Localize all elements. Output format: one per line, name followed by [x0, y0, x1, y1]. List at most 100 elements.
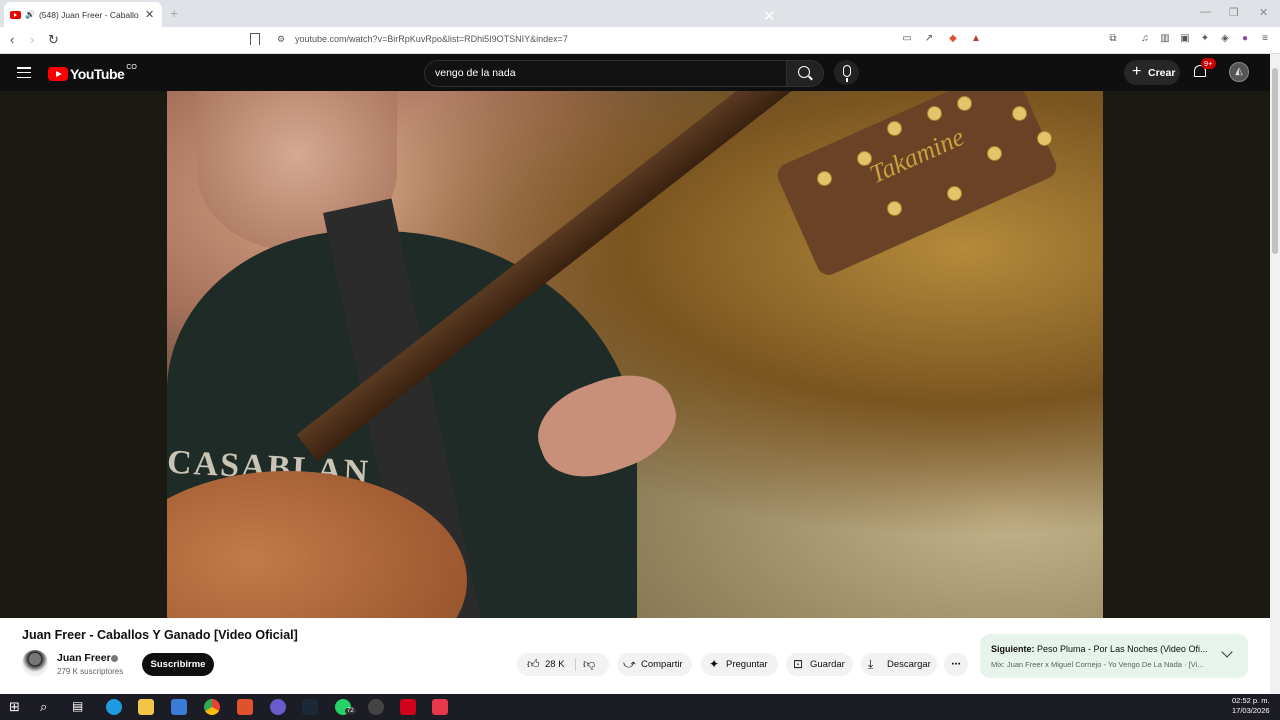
brave-rewards-icon[interactable]: ▲: [970, 33, 982, 45]
mail-icon[interactable]: [171, 699, 187, 715]
up-next-subtitle: Mix: Juan Freer x Miguel Cornejo - Yo Ve…: [991, 660, 1204, 669]
back-icon[interactable]: ‹: [10, 32, 14, 47]
share-icon[interactable]: ↗: [923, 33, 935, 45]
voice-search-button[interactable]: [834, 60, 859, 85]
screenshot-icon[interactable]: ⧉: [1107, 33, 1119, 45]
hamburger-menu-icon[interactable]: [17, 67, 31, 79]
restore-icon[interactable]: ❐: [1229, 6, 1239, 19]
subscriber-count: 279 K suscriptores: [57, 667, 124, 676]
minimize-icon[interactable]: —: [1200, 6, 1211, 18]
dislike-icon[interactable]: 👎︎: [583, 653, 595, 676]
more-actions-icon[interactable]: ⋯: [944, 653, 968, 676]
site-settings-icon[interactable]: ⚙: [277, 34, 285, 45]
subscribe-button[interactable]: Suscribirme: [142, 653, 214, 676]
plus-icon: +: [1132, 63, 1142, 80]
youtube-header: YouTube CO vengo de la nada + Crear 9+ ◭: [0, 54, 1280, 91]
chevron-down-icon[interactable]: [1221, 646, 1233, 658]
task-view-icon[interactable]: ▤: [72, 699, 88, 715]
sparkle-icon: ✦: [709, 657, 720, 671]
url-text[interactable]: youtube.com/watch?v=BirRpKuvRpo&list=RDh…: [295, 34, 568, 44]
up-next-title-line: Siguiente: Peso Pluma - Por Las Noches (…: [991, 644, 1207, 654]
windows-taskbar: ⊞ ⌕ ▤ 72: [0, 694, 1280, 720]
speaker-icon[interactable]: 🔊: [25, 10, 35, 19]
chrome-icon[interactable]: [204, 699, 220, 715]
download-icon: ⤓: [868, 657, 874, 671]
windows-start-icon[interactable]: ⊞: [9, 699, 25, 715]
browser-tab-bar: 🔊 (548) Juan Freer - Caballos Y ✕ + — ❐ …: [0, 0, 1280, 27]
up-next-title: Peso Pluma - Por Las Noches (Video Ofi..…: [1037, 644, 1208, 654]
forward-icon[interactable]: ›: [30, 32, 34, 47]
tab-title: (548) Juan Freer - Caballos Y: [38, 9, 139, 20]
download-label: Descargar: [887, 659, 931, 670]
cast-icon[interactable]: ▭: [901, 33, 913, 45]
sidebar-icon[interactable]: ▥: [1159, 33, 1171, 45]
brave-icon[interactable]: [237, 699, 253, 715]
search-icon: [798, 66, 810, 78]
create-label: Crear: [1148, 67, 1176, 79]
app-pink-icon[interactable]: [432, 699, 448, 715]
page-scrollbar[interactable]: [1270, 54, 1280, 694]
app-red-icon[interactable]: [400, 699, 416, 715]
share-button[interactable]: ⤻ Compartir: [617, 653, 692, 676]
taskbar-clock[interactable]: 02:52 p. m. 17/03/2026: [1232, 696, 1270, 716]
ask-label: Preguntar: [726, 659, 768, 670]
obs-icon[interactable]: [368, 699, 384, 715]
clock-date: 17/03/2026: [1232, 706, 1270, 715]
logo-country: CO: [126, 63, 137, 71]
tab-close-icon[interactable]: ✕: [145, 8, 154, 21]
ai-icon[interactable]: ✦: [1199, 33, 1211, 45]
new-tab-icon[interactable]: +: [170, 5, 178, 21]
app-icon[interactable]: [270, 699, 286, 715]
download-button[interactable]: ⤓ Descargar: [861, 653, 937, 676]
tuning-peg: [887, 121, 902, 136]
edge-icon[interactable]: [106, 699, 122, 715]
notification-badge: 9+: [1201, 58, 1216, 69]
brave-shield-icon[interactable]: ◆: [947, 33, 959, 45]
video-player[interactable]: CASABLAN Takamine: [0, 91, 1270, 618]
channel-avatar[interactable]: [22, 650, 48, 676]
vpn-icon[interactable]: ◈: [1219, 33, 1231, 45]
save-label: Guardar: [810, 659, 845, 670]
clock-time: 02:52 p. m.: [1232, 696, 1270, 705]
share-label: Compartir: [641, 659, 683, 670]
save-button[interactable]: ⊡ Guardar: [786, 653, 853, 676]
logo-wordmark: YouTube: [70, 66, 125, 82]
up-next-card[interactable]: Siguiente: Peso Pluma - Por Las Noches (…: [980, 634, 1248, 678]
tuning-peg: [857, 151, 872, 166]
tuning-peg: [987, 146, 1002, 161]
scrollbar-thumb[interactable]: [1272, 68, 1278, 254]
tuning-peg: [817, 171, 832, 186]
search-button[interactable]: [786, 60, 824, 87]
ask-button[interactable]: ✦ Preguntar: [701, 653, 778, 676]
tuning-peg: [1012, 106, 1027, 121]
create-button[interactable]: + Crear: [1124, 60, 1180, 85]
verified-check-icon: [111, 655, 118, 662]
share-arrow-icon: ⤻: [623, 657, 636, 671]
clear-search-icon[interactable]: ✕: [763, 8, 776, 26]
browser-address-bar: ‹ › ↻ ⚙ youtube.com/watch?v=BirRpKuvRpo&…: [0, 27, 1280, 54]
file-explorer-icon[interactable]: [138, 699, 154, 715]
account-avatar[interactable]: ◭: [1229, 62, 1249, 82]
profile-icon[interactable]: ●: [1239, 33, 1251, 45]
bookmark-icon[interactable]: [250, 33, 260, 45]
search-value: vengo de la nada: [435, 67, 516, 79]
video-frame[interactable]: CASABLAN Takamine: [167, 91, 1103, 618]
tuning-peg: [957, 96, 972, 111]
tuning-peg: [927, 106, 942, 121]
video-title: Juan Freer - Caballos Y Ganado [Video Of…: [22, 628, 298, 642]
menu-icon[interactable]: ≡: [1259, 33, 1271, 45]
youtube-logo[interactable]: YouTube CO: [48, 63, 137, 82]
reload-icon[interactable]: ↻: [48, 32, 59, 48]
like-count[interactable]: 28 K: [545, 653, 565, 676]
save-icon: ⊡: [793, 657, 804, 671]
search-taskbar-icon[interactable]: ⌕: [40, 699, 56, 715]
music-icon[interactable]: ♫: [1139, 33, 1151, 45]
steam-icon[interactable]: [302, 699, 318, 715]
like-icon[interactable]: 👍︎: [527, 653, 540, 676]
browser-tab[interactable]: 🔊 (548) Juan Freer - Caballos Y ✕: [4, 2, 162, 27]
wallet-icon[interactable]: ▣: [1179, 33, 1191, 45]
channel-name[interactable]: Juan Freer: [57, 652, 111, 664]
tuning-peg: [947, 186, 962, 201]
window-close-icon[interactable]: ✕: [1259, 6, 1268, 19]
search-input[interactable]: vengo de la nada: [424, 60, 788, 87]
